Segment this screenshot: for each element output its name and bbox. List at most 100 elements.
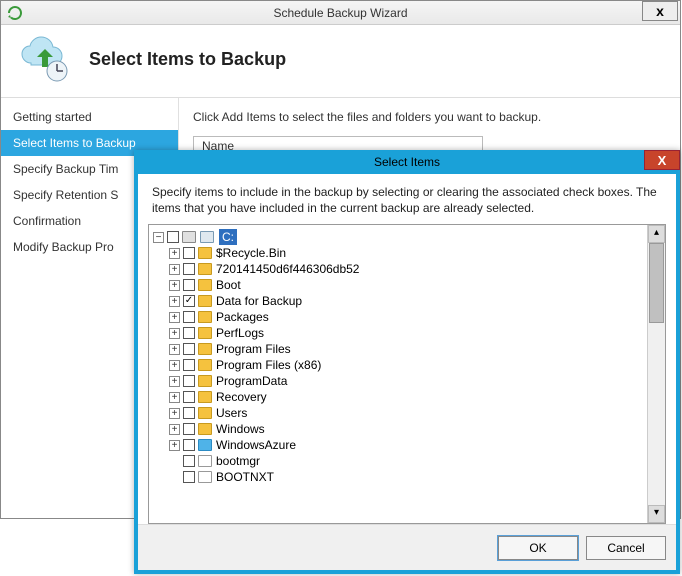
expander-icon[interactable]: + (169, 296, 180, 307)
checkbox[interactable] (183, 295, 195, 307)
checkbox[interactable] (183, 375, 195, 387)
wizard-close-button[interactable]: x (642, 1, 678, 21)
expander-icon[interactable]: + (169, 408, 180, 419)
cloud-backup-icon (17, 35, 73, 83)
expander-icon[interactable]: + (169, 264, 180, 275)
file-icon (198, 455, 212, 467)
folder-icon (198, 247, 212, 259)
expander-icon[interactable]: − (153, 232, 164, 243)
checkbox[interactable] (183, 359, 195, 371)
checkbox[interactable] (183, 407, 195, 419)
tree-node-label: Windows (216, 421, 265, 437)
folder-icon (198, 359, 212, 371)
tree-node-label: bootmgr (216, 453, 260, 469)
folder-icon (198, 391, 212, 403)
checkbox[interactable] (183, 471, 195, 483)
vertical-scrollbar[interactable]: ▴ ▾ (647, 225, 665, 523)
tree-node[interactable]: +720141450d6f446306db52 (169, 261, 645, 277)
select-items-dialog: Select Items X Specify items to include … (134, 150, 680, 574)
tree-node-label: Data for Backup (216, 293, 302, 309)
tree-node[interactable]: + Program Files (169, 341, 645, 357)
content-description: Click Add Items to select the files and … (193, 110, 666, 124)
folder-icon (198, 343, 212, 355)
checkbox[interactable] (183, 343, 195, 355)
checkbox[interactable] (183, 391, 195, 403)
checkbox[interactable] (183, 311, 195, 323)
checkbox[interactable] (183, 423, 195, 435)
tree-node-label: ProgramData (216, 373, 287, 389)
scroll-thumb[interactable] (649, 243, 664, 323)
expander-icon[interactable]: + (169, 440, 180, 451)
tree-node-label: 720141450d6f446306db52 (216, 261, 359, 277)
computer-icon (182, 231, 196, 243)
dialog-message: Specify items to include in the backup b… (138, 174, 676, 224)
expander-icon[interactable]: + (169, 248, 180, 259)
folder-icon (198, 263, 212, 275)
tree-node[interactable]: + $Recycle.Bin (169, 245, 645, 261)
tree-node-label: Recovery (216, 389, 267, 405)
scroll-track[interactable] (648, 243, 665, 505)
scroll-down-button[interactable]: ▾ (648, 505, 665, 523)
folder-icon (198, 375, 212, 387)
checkbox[interactable] (183, 263, 195, 275)
tree-node-label: $Recycle.Bin (216, 245, 286, 261)
checkbox[interactable] (183, 455, 195, 467)
ok-button[interactable]: OK (498, 536, 578, 560)
checkbox[interactable] (183, 279, 195, 291)
tree-node[interactable]: + PerfLogs (169, 325, 645, 341)
checkbox[interactable] (183, 439, 195, 451)
tree-node-label: Packages (216, 309, 269, 325)
tree-node-label: Users (216, 405, 247, 421)
expander-icon (169, 472, 180, 483)
wizard-titlebar: Schedule Backup Wizard x (1, 1, 680, 25)
expander-icon (169, 456, 180, 467)
cancel-button[interactable]: Cancel (586, 536, 666, 560)
tree-node[interactable]: + Recovery (169, 389, 645, 405)
tree-node[interactable]: + Packages (169, 309, 645, 325)
wizard-title: Schedule Backup Wizard (1, 6, 680, 20)
tree-node[interactable]: + Windows (169, 421, 645, 437)
expander-icon[interactable]: + (169, 312, 180, 323)
tree-node[interactable]: + Program Files (x86) (169, 357, 645, 373)
folder-icon (198, 423, 212, 435)
checkbox[interactable] (183, 327, 195, 339)
tree-node[interactable]: + Data for Backup (169, 293, 645, 309)
scroll-up-button[interactable]: ▴ (648, 225, 665, 243)
tree-node-label: Program Files (x86) (216, 357, 321, 373)
expander-icon[interactable]: + (169, 424, 180, 435)
tree-container: − C: +$Recycle.Bin+720141450d6f446306db5… (148, 224, 666, 524)
folder-icon (198, 279, 212, 291)
expander-icon[interactable]: + (169, 328, 180, 339)
file-icon (198, 471, 212, 483)
folder-icon (198, 295, 212, 307)
dialog-close-button[interactable]: X (644, 150, 680, 170)
tree-node[interactable]: + Users (169, 405, 645, 421)
tree-node[interactable]: + Boot (169, 277, 645, 293)
tree-node-label: PerfLogs (216, 325, 264, 341)
tree-node[interactable]: bootmgr (169, 453, 645, 469)
wizard-nav-item[interactable]: Getting started (1, 104, 178, 130)
tree-node-label: Boot (216, 277, 241, 293)
tree-node[interactable]: + ProgramData (169, 373, 645, 389)
checkbox[interactable] (167, 231, 179, 243)
checkbox[interactable] (183, 247, 195, 259)
folder-icon (198, 327, 212, 339)
tree-root[interactable]: − C: (153, 229, 645, 245)
tree-node-label: WindowsAzure (216, 437, 296, 453)
expander-icon[interactable]: + (169, 360, 180, 371)
expander-icon[interactable]: + (169, 376, 180, 387)
drive-icon (200, 231, 214, 243)
expander-icon[interactable]: + (169, 344, 180, 355)
page-title: Select Items to Backup (89, 49, 286, 70)
expander-icon[interactable]: + (169, 280, 180, 291)
drive-label: C: (219, 229, 237, 245)
tree-node[interactable]: BOOTNXT (169, 469, 645, 485)
folder-icon (198, 407, 212, 419)
expander-icon[interactable]: + (169, 392, 180, 403)
tree-node[interactable]: + WindowsAzure (169, 437, 645, 453)
dialog-footer: OK Cancel (138, 524, 676, 570)
folder-icon (198, 311, 212, 323)
azure-icon (198, 439, 212, 451)
tree-node-label: BOOTNXT (216, 469, 274, 485)
tree-node-label: Program Files (216, 341, 291, 357)
